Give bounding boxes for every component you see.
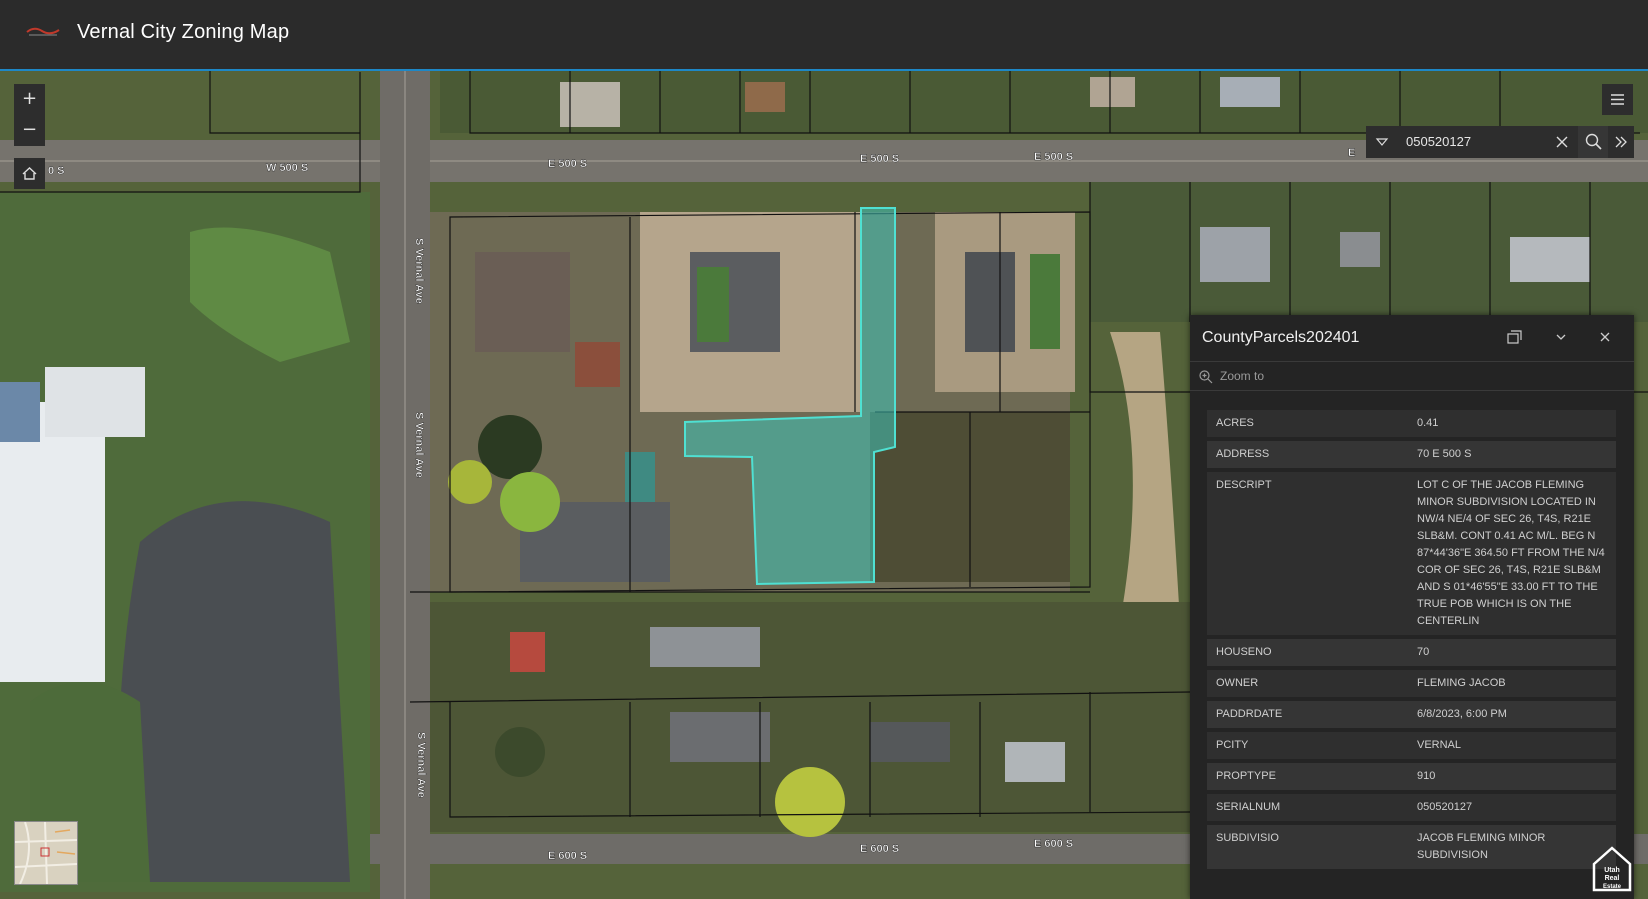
- street-label-e500s-c: E 500 S: [1034, 151, 1073, 163]
- field-value: 0.41: [1408, 410, 1616, 437]
- overview-map[interactable]: [14, 821, 78, 885]
- street-label-svernal-b: S Vernal Ave: [413, 412, 425, 478]
- street-label-e500s-d: E: [1348, 147, 1355, 159]
- clear-search-button[interactable]: [1546, 126, 1578, 158]
- street-label-e600s-a: E 600 S: [548, 850, 587, 862]
- street-label-w500s: W 500 S: [266, 162, 308, 174]
- table-row: ACRES 0.41: [1207, 410, 1616, 437]
- table-row: HOUSENO 70: [1207, 639, 1616, 666]
- home-icon: [22, 167, 37, 180]
- search-source-dropdown[interactable]: [1366, 126, 1398, 158]
- svg-text:Real: Real: [1605, 875, 1620, 882]
- field-name: ACRES: [1207, 410, 1408, 437]
- app-header: Vernal City Zoning Map: [0, 0, 1648, 69]
- zoom-to-label: Zoom to: [1220, 369, 1265, 383]
- field-value: FLEMING JACOB: [1408, 670, 1616, 697]
- table-row: SUBDIVISIO JACOB FLEMING MINOR SUBDIVISIO…: [1207, 825, 1616, 869]
- table-row: SERIALNUM 050520127: [1207, 794, 1616, 821]
- expand-search-button[interactable]: [1608, 126, 1634, 158]
- table-row: PCITY VERNAL: [1207, 732, 1616, 759]
- attribute-table: ACRES 0.41 ADDRESS 70 E 500 S DESCRIPT LOT …: [1207, 406, 1616, 873]
- field-value: LOT C OF THE JACOB FLEMING MINOR SUBDIVI…: [1408, 472, 1616, 635]
- overview-map-image: [14, 821, 78, 885]
- field-value: 910: [1408, 763, 1616, 790]
- field-name: OWNER: [1207, 670, 1408, 697]
- feature-popup: CountyParcels202401 Zoom to ACRES 0.41 AD…: [1190, 315, 1634, 899]
- table-row: ADDRESS 70 E 500 S: [1207, 441, 1616, 468]
- field-name: PADDRDATE: [1207, 701, 1408, 728]
- layer-list-button[interactable]: [1602, 84, 1633, 115]
- table-row: PADDRDATE 6/8/2023, 6:00 PM: [1207, 701, 1616, 728]
- search-widget: [1366, 126, 1634, 158]
- double-chevron-right-icon: [1615, 136, 1627, 148]
- chevron-down-icon: [1375, 138, 1389, 146]
- field-name: DESCRIPT: [1207, 472, 1408, 635]
- field-name: SERIALNUM: [1207, 794, 1408, 821]
- svg-text:Utah: Utah: [1604, 867, 1620, 874]
- field-value: 050520127: [1408, 794, 1616, 821]
- street-label-w500s-left: 0 S: [48, 165, 65, 177]
- zoom-in-button[interactable]: +: [14, 84, 45, 115]
- field-name: ADDRESS: [1207, 441, 1408, 468]
- table-row: DESCRIPT LOT C OF THE JACOB FLEMING MINOR…: [1207, 472, 1616, 635]
- zoom-to-icon: [1199, 370, 1213, 384]
- field-name: PROPTYPE: [1207, 763, 1408, 790]
- search-input[interactable]: [1402, 129, 1550, 153]
- zoom-control: + −: [14, 84, 45, 146]
- field-value: JACOB FLEMING MINOR SUBDIVISION: [1408, 825, 1616, 869]
- watermark-logo-icon: Utah Real Estate: [1592, 846, 1632, 892]
- field-value: 70 E 500 S: [1408, 441, 1616, 468]
- app-title: Vernal City Zoning Map: [77, 21, 290, 43]
- street-label-e500s-a: E 500 S: [548, 158, 587, 170]
- street-label-e600s-b: E 600 S: [860, 843, 899, 855]
- popup-title: CountyParcels202401: [1202, 329, 1360, 346]
- svg-text:Estate: Estate: [1603, 884, 1622, 890]
- city-logo-icon: [26, 27, 60, 36]
- search-button[interactable]: [1578, 126, 1610, 158]
- street-label-svernal-c: S Vernal Ave: [415, 732, 427, 798]
- search-icon: [1585, 133, 1602, 150]
- field-name: PCITY: [1207, 732, 1408, 759]
- table-row: OWNER FLEMING JACOB: [1207, 670, 1616, 697]
- home-button[interactable]: [14, 158, 45, 189]
- street-label-svernal-a: S Vernal Ave: [413, 238, 425, 304]
- close-icon: [1556, 136, 1568, 148]
- field-value: 6/8/2023, 6:00 PM: [1408, 701, 1616, 728]
- street-label-e500s-b: E 500 S: [860, 153, 899, 165]
- table-row: PROPTYPE 910: [1207, 763, 1616, 790]
- field-value: VERNAL: [1408, 732, 1616, 759]
- close-icon[interactable]: [1595, 327, 1615, 347]
- dock-icon[interactable]: [1504, 327, 1524, 347]
- zoom-to-action[interactable]: Zoom to: [1190, 361, 1634, 391]
- street-label-e600s-c: E 600 S: [1034, 838, 1073, 850]
- field-name: SUBDIVISIO: [1207, 825, 1408, 869]
- zoom-out-button[interactable]: −: [14, 115, 45, 146]
- field-value: 70: [1408, 639, 1616, 666]
- field-name: HOUSENO: [1207, 639, 1408, 666]
- menu-icon: [1611, 94, 1624, 105]
- collapse-chevron-icon[interactable]: [1551, 327, 1571, 347]
